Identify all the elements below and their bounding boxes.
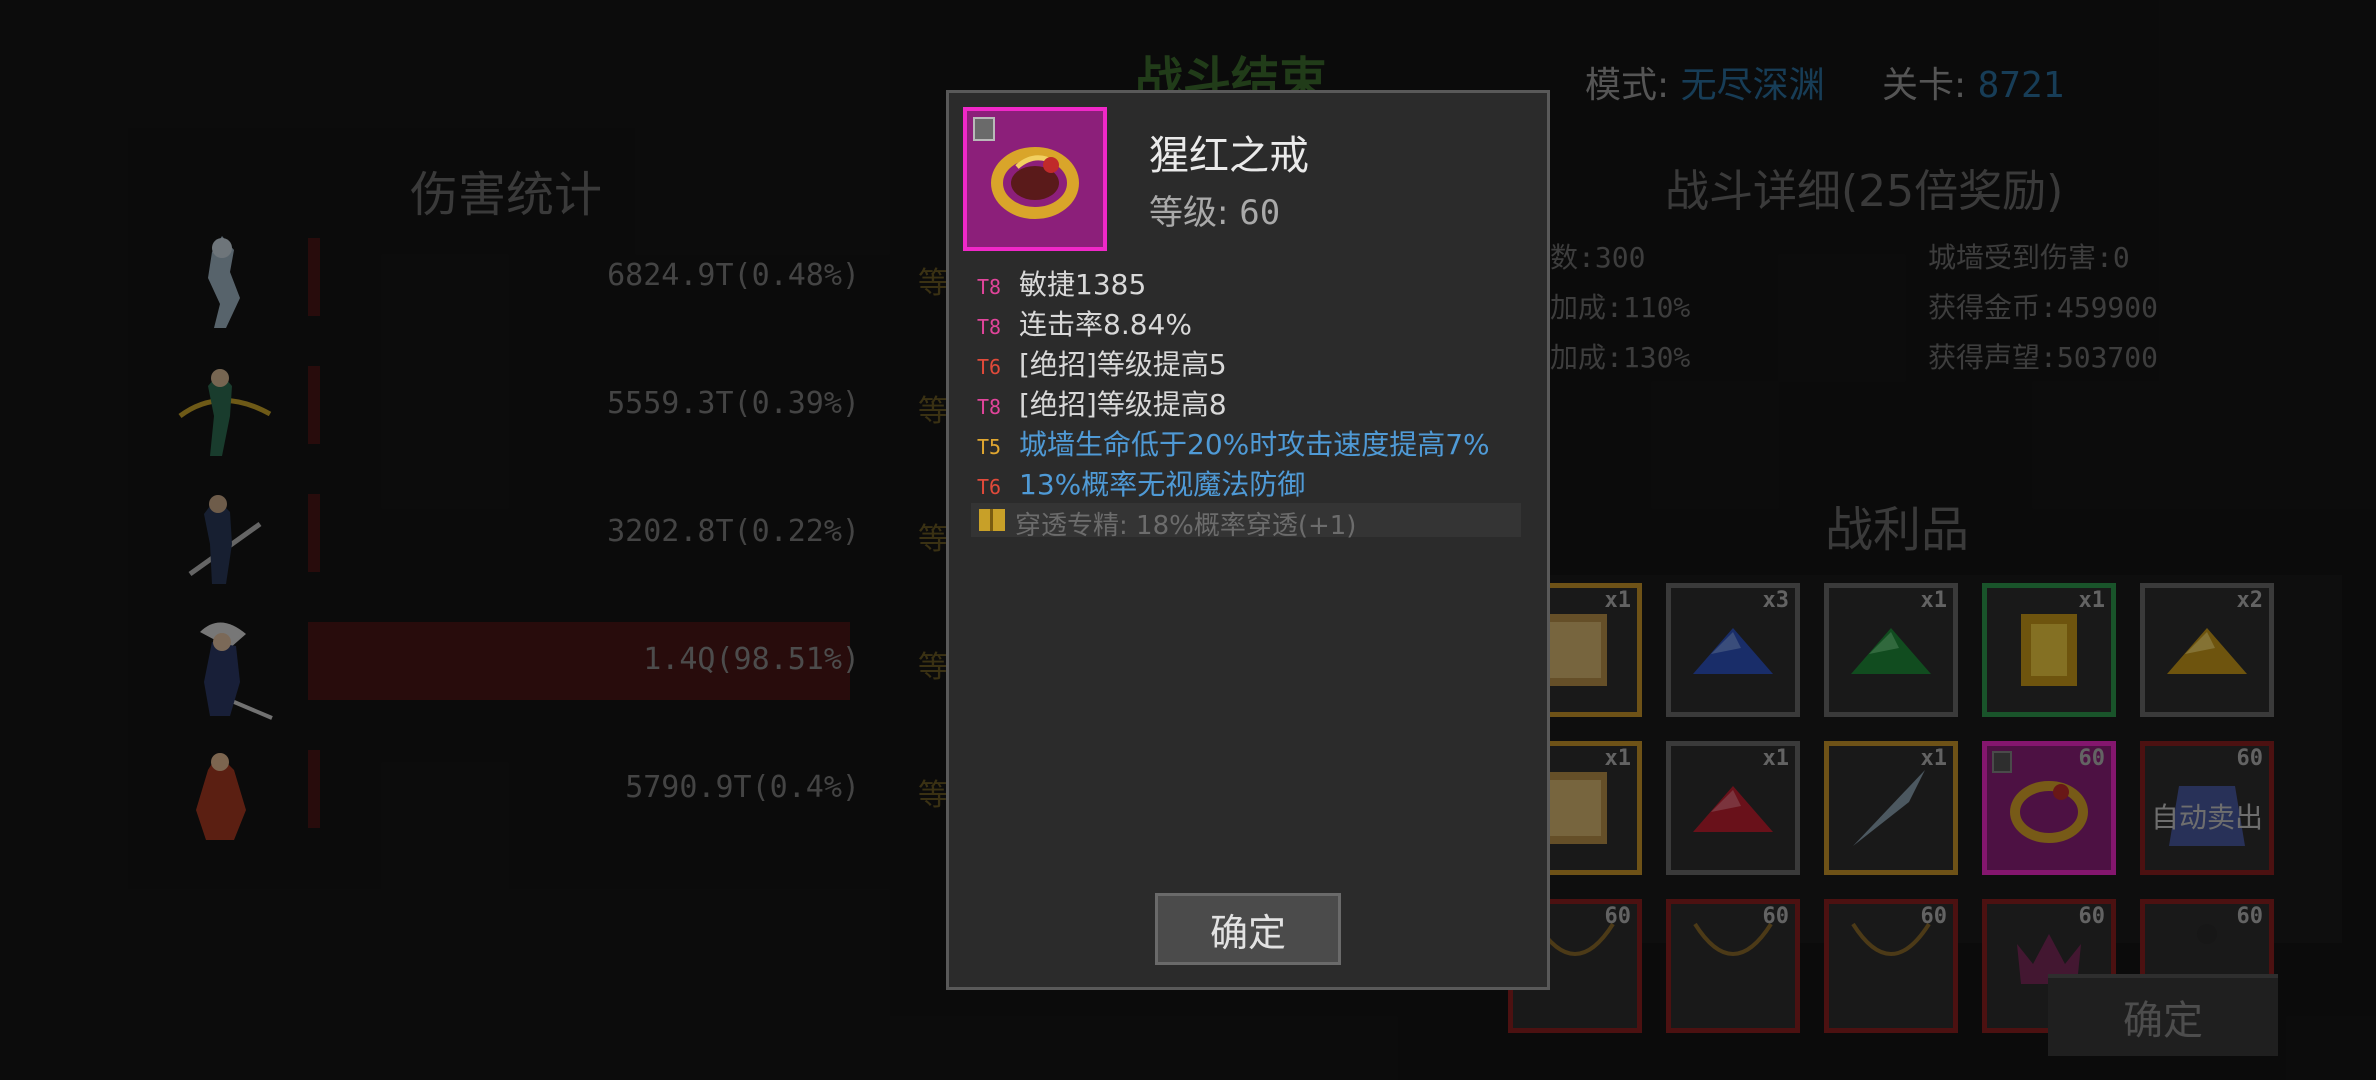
- item-detail-modal: 猩红之戒 等级: 60 T8 敏捷1385 T8 连击率8.84% T6 [绝招]等级提高…: [946, 90, 1550, 990]
- attribute-text: 13%概率无视魔法防御: [1019, 468, 1306, 501]
- attribute-row: T6 [绝招]等级提高5: [977, 343, 1227, 383]
- set-bonus-row: 穿透专精: 18%概率穿透(+1): [971, 503, 1521, 541]
- level-value: 60: [1239, 193, 1281, 233]
- attribute-row: T8 连击率8.84%: [977, 303, 1192, 343]
- attribute-row: T5 城墙生命低于20%时攻击速度提高7%: [977, 423, 1490, 463]
- attribute-tier: T8: [977, 395, 1002, 419]
- attribute-tier: T6: [977, 355, 1002, 379]
- item-icon-frame: [963, 107, 1107, 251]
- attribute-tier: T5: [977, 435, 1002, 459]
- attribute-row: T6 13%概率无视魔法防御: [977, 463, 1305, 503]
- attribute-text: 连击率8.84%: [1019, 308, 1192, 341]
- set-bonus-text: 穿透专精: 18%概率穿透(+1): [1015, 511, 1357, 541]
- attribute-text: [绝招]等级提高5: [1019, 348, 1227, 381]
- attribute-text: [绝招]等级提高8: [1019, 388, 1227, 421]
- level-label: 等级:: [1149, 193, 1229, 233]
- book-icon: [979, 509, 1005, 531]
- item-level: 等级: 60: [1149, 185, 1280, 234]
- attribute-tier: T6: [977, 475, 1002, 499]
- attribute-row: T8 敏捷1385: [977, 263, 1146, 303]
- attribute-row: T8 [绝招]等级提高8: [977, 383, 1227, 423]
- item-name: 猩红之戒: [1149, 133, 1309, 179]
- modal-confirm-button[interactable]: 确定: [1155, 893, 1341, 965]
- attribute-text: 城墙生命低于20%时攻击速度提高7%: [1019, 428, 1490, 461]
- ring-icon: [991, 147, 1079, 219]
- attribute-tier: T8: [977, 275, 1002, 299]
- attribute-tier: T8: [977, 315, 1002, 339]
- attribute-text: 敏捷1385: [1019, 268, 1147, 301]
